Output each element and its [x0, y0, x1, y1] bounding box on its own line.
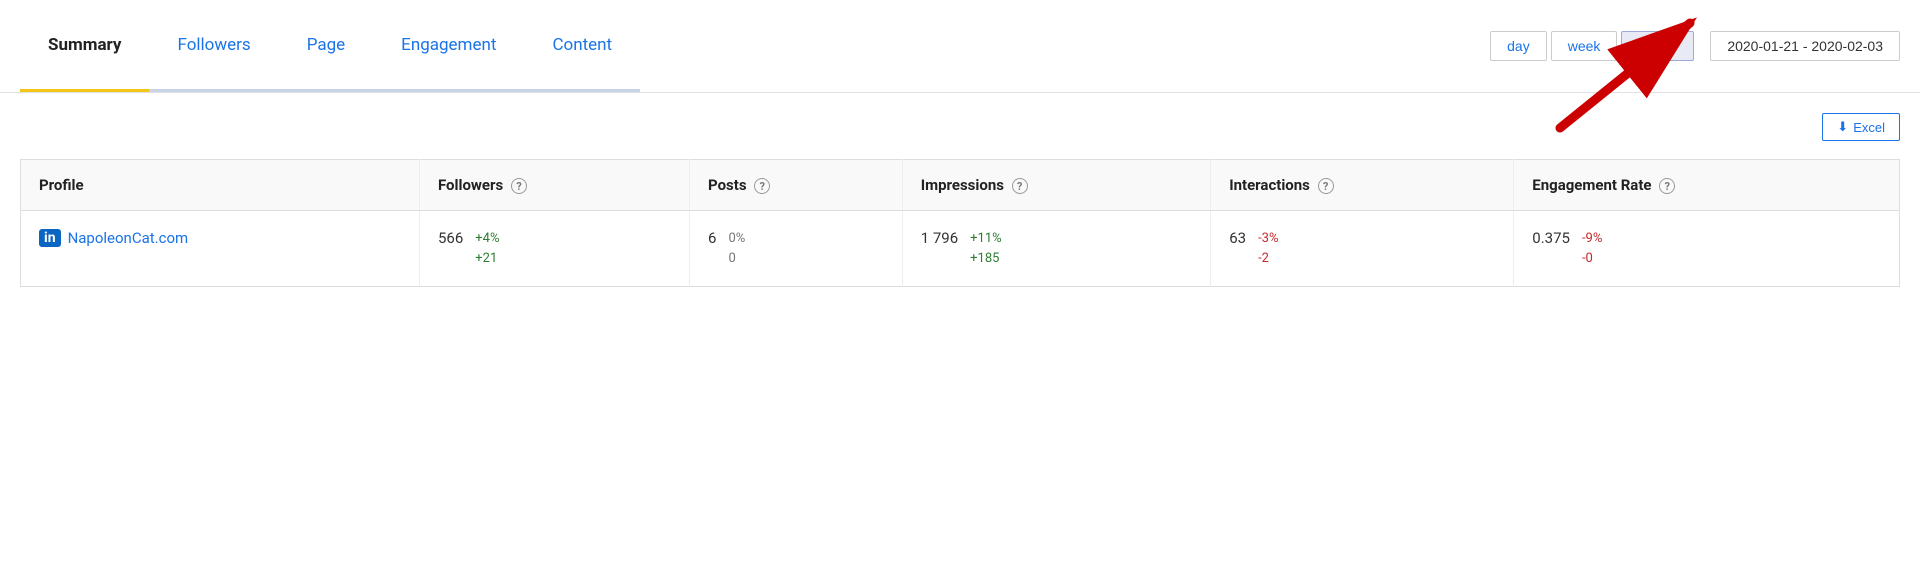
col-header-posts: Posts ?: [690, 160, 903, 211]
impressions-help-icon[interactable]: ?: [1012, 178, 1028, 194]
followers-help-icon[interactable]: ?: [511, 178, 527, 194]
tab-engagement-label: Engagement: [401, 35, 496, 55]
tab-followers[interactable]: Followers: [149, 0, 278, 92]
tab-page[interactable]: Page: [279, 0, 373, 92]
nav-controls: day week month 2020-01-21 - 2020-02-03: [1490, 31, 1900, 61]
cell-engagement-rate: 0.375 -9% -0: [1514, 211, 1900, 287]
cell-impressions: 1 796 +11% +185: [902, 211, 1211, 287]
excel-button-row: ⬇ Excel: [20, 113, 1900, 141]
engagement-rate-change2: -0: [1582, 249, 1602, 269]
top-navigation: Summary Followers Page Engagement Conten…: [0, 0, 1920, 93]
tab-page-label: Page: [307, 35, 345, 55]
excel-icon: ⬇: [1837, 119, 1848, 135]
interactions-help-icon[interactable]: ?: [1318, 178, 1334, 194]
excel-button[interactable]: ⬇ Excel: [1822, 113, 1900, 141]
table-header-row: Profile Followers ? Posts ? Impressions …: [21, 160, 1900, 211]
tab-content[interactable]: Content: [524, 0, 640, 92]
impressions-change2: +185: [970, 249, 1002, 269]
col-header-interactions: Interactions ?: [1211, 160, 1514, 211]
profile-link[interactable]: NapoleonCat.com: [68, 229, 189, 247]
col-header-followers: Followers ?: [419, 160, 689, 211]
followers-change1: +4%: [475, 229, 499, 249]
engagement-rate-value: 0.375: [1532, 229, 1570, 247]
tab-summary-label: Summary: [48, 35, 121, 55]
interactions-changes: -3% -2: [1258, 229, 1278, 268]
nav-tabs: Summary Followers Page Engagement Conten…: [20, 0, 640, 92]
engagement-rate-change1: -9%: [1582, 229, 1602, 249]
month-button[interactable]: month: [1621, 31, 1694, 61]
main-content: ⬇ Excel Profile Followers ? Posts ? Impr…: [0, 93, 1920, 578]
cell-interactions: 63 -3% -2: [1211, 211, 1514, 287]
followers-metric: 566 +4% +21: [438, 229, 671, 268]
interactions-metric: 63 -3% -2: [1229, 229, 1495, 268]
impressions-value: 1 796: [921, 229, 958, 247]
day-button[interactable]: day: [1490, 31, 1547, 61]
tab-engagement[interactable]: Engagement: [373, 0, 524, 92]
cell-posts: 6 0% 0: [690, 211, 903, 287]
cell-followers: 566 +4% +21: [419, 211, 689, 287]
cell-profile: in NapoleonCat.com: [21, 211, 420, 287]
excel-label: Excel: [1853, 120, 1885, 135]
date-range-button[interactable]: 2020-01-21 - 2020-02-03: [1710, 31, 1900, 61]
linkedin-icon: in: [39, 229, 61, 247]
posts-metric: 6 0% 0: [708, 229, 884, 268]
summary-table: Profile Followers ? Posts ? Impressions …: [20, 159, 1900, 287]
interactions-change1: -3%: [1258, 229, 1278, 249]
impressions-change1: +11%: [970, 229, 1002, 249]
posts-changes: 0% 0: [728, 229, 745, 268]
tab-followers-label: Followers: [177, 35, 250, 55]
engagement-rate-metric: 0.375 -9% -0: [1532, 229, 1881, 268]
col-header-engagement-rate: Engagement Rate ?: [1514, 160, 1900, 211]
posts-value: 6: [708, 229, 716, 247]
tab-summary[interactable]: Summary: [20, 0, 149, 92]
col-header-profile: Profile: [21, 160, 420, 211]
week-button[interactable]: week: [1551, 31, 1618, 61]
engagement-rate-changes: -9% -0: [1582, 229, 1602, 268]
profile-cell: in NapoleonCat.com: [39, 229, 401, 247]
engagement-rate-help-icon[interactable]: ?: [1659, 178, 1675, 194]
impressions-metric: 1 796 +11% +185: [921, 229, 1193, 268]
posts-help-icon[interactable]: ?: [754, 178, 770, 194]
followers-changes: +4% +21: [475, 229, 499, 268]
followers-value: 566: [438, 229, 463, 247]
col-header-impressions: Impressions ?: [902, 160, 1211, 211]
interactions-change2: -2: [1258, 249, 1278, 269]
impressions-changes: +11% +185: [970, 229, 1002, 268]
table-row: in NapoleonCat.com 566 +4% +21: [21, 211, 1900, 287]
tab-content-label: Content: [552, 35, 612, 55]
followers-change2: +21: [475, 249, 499, 269]
posts-change1: 0%: [728, 229, 745, 249]
posts-change2: 0: [728, 249, 745, 269]
interactions-value: 63: [1229, 229, 1246, 247]
